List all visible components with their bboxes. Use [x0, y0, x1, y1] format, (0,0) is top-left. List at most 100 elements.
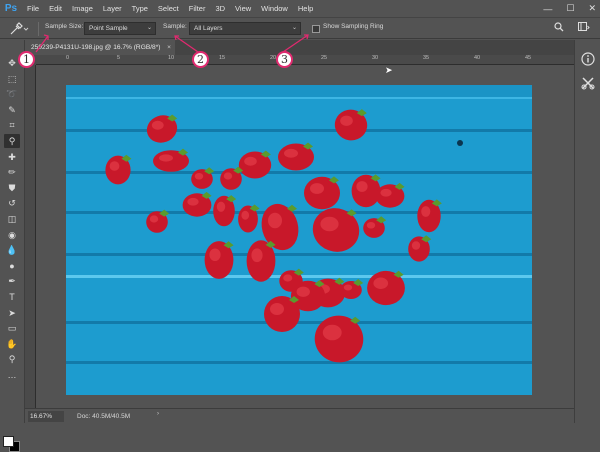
- menu-help[interactable]: Help: [293, 0, 318, 17]
- clone-stamp-tool[interactable]: ⛊: [4, 181, 20, 195]
- ruler-label: 10: [168, 55, 175, 61]
- strawberry-highlight: [340, 115, 353, 126]
- blur-tool[interactable]: 💧: [4, 243, 20, 257]
- horizontal-ruler[interactable]: 0 5 10 15 20 25 30 35 40 45: [36, 55, 574, 65]
- lasso-tool[interactable]: ➰: [4, 87, 20, 101]
- menu-view[interactable]: View: [230, 0, 256, 17]
- document-canvas[interactable]: [66, 85, 532, 395]
- eyedropper-icon: ⚲: [8, 136, 16, 146]
- menu-filter[interactable]: Filter: [184, 0, 211, 17]
- blur-icon: 💧: [6, 245, 18, 256]
- dodge-tool[interactable]: ●: [4, 259, 20, 273]
- menu-layer[interactable]: Layer: [98, 0, 127, 17]
- chevron-down-icon: ⌄: [146, 25, 152, 31]
- minimize-button[interactable]: —: [543, 4, 552, 14]
- crop-tool[interactable]: ⌗: [4, 118, 20, 132]
- clone-stamp-icon: ⛊: [8, 182, 16, 193]
- zoom-level-field[interactable]: 16.67%: [28, 411, 64, 422]
- maximize-button[interactable]: ☐: [566, 3, 574, 14]
- menu-select[interactable]: Select: [153, 0, 184, 17]
- options-bar: Sample Size: Point Sample ⌄ Sample: All …: [0, 17, 600, 39]
- strawberry-highlight: [310, 183, 324, 194]
- pen-tool[interactable]: ✒: [4, 274, 20, 288]
- ruler-label: 40: [474, 55, 481, 61]
- strawberry-highlight: [356, 181, 368, 192]
- callout-1: 1: [18, 51, 35, 68]
- path-select-tool[interactable]: ➤: [4, 306, 20, 320]
- crop-icon: ⌗: [9, 120, 15, 131]
- search-icon[interactable]: [554, 22, 564, 35]
- menu-file[interactable]: File: [22, 0, 44, 17]
- ruler-label: 30: [372, 55, 379, 61]
- callout-2: 2: [192, 51, 209, 68]
- type-tool[interactable]: T: [4, 290, 20, 304]
- hand-icon: ✋: [6, 338, 18, 349]
- menu-type[interactable]: Type: [127, 0, 153, 17]
- strawberry-highlight: [159, 154, 173, 162]
- strawberry-highlight: [151, 120, 164, 130]
- options-divider: [38, 22, 39, 36]
- lasso-icon: ➰: [6, 89, 18, 100]
- sample-size-select[interactable]: Point Sample ⌄: [84, 22, 156, 35]
- hand-tool[interactable]: ✋: [4, 337, 20, 351]
- path-select-icon: ➤: [8, 307, 16, 318]
- sample-size-label: Sample Size:: [45, 23, 84, 30]
- info-icon[interactable]: [580, 52, 596, 68]
- shape-tool[interactable]: ▭: [4, 321, 20, 335]
- document-tab-title: 259239-P4131U-198.jpg @ 16.7% (RGB/8*): [31, 44, 161, 51]
- quick-select-tool[interactable]: ✎: [4, 103, 20, 117]
- document-tab-bar: 259239-P4131U-198.jpg @ 16.7% (RGB/8*) ×: [25, 40, 574, 55]
- shape-icon: ▭: [7, 323, 17, 334]
- close-tab-icon[interactable]: ×: [167, 40, 171, 55]
- paint-bucket-icon: ◉: [8, 229, 16, 240]
- type-icon: T: [9, 292, 15, 302]
- panel-dock: [574, 40, 600, 423]
- strawberry-highlight: [283, 274, 293, 282]
- tool-preset-picker[interactable]: [8, 22, 32, 36]
- zoom-tool[interactable]: ⚲: [4, 352, 20, 366]
- strawberry-highlight: [366, 221, 376, 229]
- brush-tool[interactable]: ✏: [4, 165, 20, 179]
- sample-select[interactable]: All Layers ⌄: [189, 22, 301, 35]
- strawberry-highlight: [216, 201, 226, 212]
- eyedropper-tool[interactable]: ⚲: [4, 134, 20, 148]
- brush-icon: ✏: [8, 167, 16, 178]
- history-brush-tool[interactable]: ↺: [4, 196, 20, 210]
- foreground-color-swatch[interactable]: [3, 436, 14, 447]
- close-window-button[interactable]: ✕: [588, 3, 596, 14]
- eraser-icon: ◫: [7, 214, 17, 224]
- eraser-tool[interactable]: ◫: [4, 212, 20, 226]
- strawberry-highlight: [373, 277, 389, 289]
- photoshop-logo: Ps: [4, 3, 18, 14]
- show-sampling-ring-label: Show Sampling Ring: [323, 23, 384, 30]
- chevron-down-icon: ⌄: [291, 25, 297, 31]
- ruler-label: 25: [321, 55, 328, 61]
- marquee-icon: ⬚: [7, 73, 17, 84]
- status-bar: 16.67% Doc: 40.5M/40.5M ›: [25, 408, 574, 423]
- menu-image[interactable]: Image: [67, 0, 98, 17]
- sample-size-value: Point Sample: [89, 25, 128, 32]
- more-tools[interactable]: …: [4, 368, 20, 382]
- history-brush-icon: ↺: [8, 198, 16, 209]
- pen-icon: ✒: [8, 276, 16, 287]
- healing-brush-icon: ✚: [8, 151, 16, 162]
- menu-3d[interactable]: 3D: [210, 0, 230, 17]
- document-tab[interactable]: 259239-P4131U-198.jpg @ 16.7% (RGB/8*) ×: [25, 40, 175, 55]
- strawberry-highlight: [251, 248, 263, 263]
- paint-bucket-tool[interactable]: ◉: [4, 228, 20, 242]
- strawberry-highlight: [194, 172, 204, 180]
- status-menu-arrow[interactable]: ›: [157, 411, 159, 417]
- tool-presets-icon[interactable]: [580, 76, 596, 92]
- vertical-ruler[interactable]: [25, 65, 36, 408]
- menu-edit[interactable]: Edit: [44, 0, 67, 17]
- tools-panel: ✥ ⬚ ➰ ✎ ⌗ ⚲ ✚ ✏ ⛊ ↺ ◫ ◉ 💧 ● ✒ T ➤ ▭ ✋ ⚲…: [0, 40, 25, 452]
- canvas-workspace[interactable]: [36, 65, 574, 408]
- mouse-cursor-icon: ➤: [385, 65, 393, 75]
- strawberry-highlight: [421, 206, 431, 217]
- menu-window[interactable]: Window: [256, 0, 293, 17]
- healing-brush-tool[interactable]: ✚: [4, 150, 20, 164]
- workspace-switcher-icon[interactable]: [578, 22, 590, 35]
- strawberry-highlight: [209, 248, 221, 262]
- show-sampling-ring-checkbox[interactable]: [312, 25, 320, 33]
- marquee-tool[interactable]: ⬚: [4, 72, 20, 86]
